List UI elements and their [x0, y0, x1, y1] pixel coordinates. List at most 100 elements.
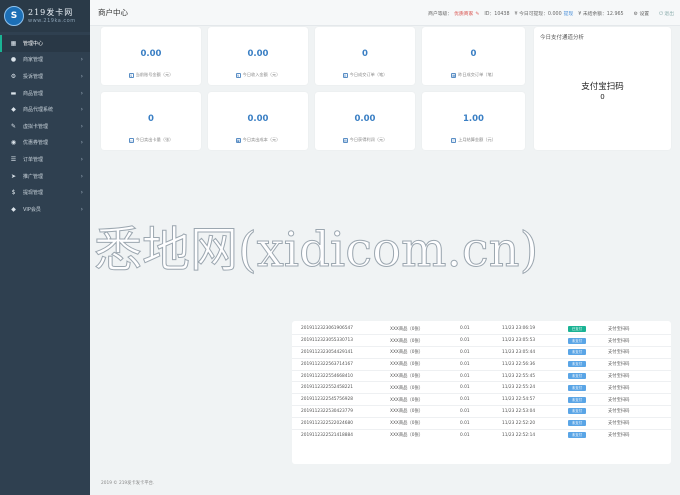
stat-value: 1.00: [463, 114, 484, 124]
stat-label: ¥ 今日收入金额（元）: [235, 72, 281, 78]
merchant-id: ID：10438: [484, 12, 510, 17]
stat-value: 0: [148, 114, 154, 124]
order-channel: 支付宝扫码: [608, 326, 630, 332]
stat-card: 0.00 ▤ 今日获得利润（元）: [315, 92, 415, 150]
chevron-right-icon: ›: [80, 122, 83, 130]
stat-label: ⊞ 今日成交订单（笔）: [342, 72, 388, 78]
order-channel: 支付宝扫码: [608, 346, 671, 359]
edit-icon[interactable]: ✎: [475, 12, 479, 17]
sidebar-item-label: 商家管理: [23, 57, 44, 64]
order-id: 2019112323054429141: [292, 346, 390, 359]
stat-value: 0.00: [140, 49, 162, 59]
withdrawable-today: ¥ 今日可提现：0.000 提现: [514, 12, 574, 17]
order-amount: 0.01: [460, 381, 502, 394]
card-icon: ▭: [128, 137, 134, 143]
sidebar-item[interactable]: ☰ 订单管理 ›: [0, 151, 90, 168]
sidebar-item[interactable]: ▬ 商品管理 ›: [0, 85, 90, 102]
table-row[interactable]: 2019112322521418884 XXX商品（0张） 0.01 11/23 22…: [292, 428, 671, 441]
table-row[interactable]: 2019112322554668410 XXX商品（0张） 0.01 11/23 22…: [292, 369, 671, 382]
sidebar-item-label: 管理中心: [23, 40, 44, 47]
sidebar-item[interactable]: ✎ 虚拟卡管理 ›: [0, 118, 90, 135]
send-icon: ➤: [10, 172, 17, 180]
list-icon: ☰: [10, 155, 17, 163]
order-time: 11/23 22:54:57: [502, 393, 568, 406]
coupon-icon: ◉: [10, 139, 17, 147]
order-amount: 0.01: [460, 428, 502, 441]
table-row[interactable]: 2019112323055330713 XXX商品（0张） 0.01 11/23 23…: [292, 334, 671, 347]
logo-mark-icon: S: [4, 6, 24, 26]
sidebar-item-label: 订单管理: [23, 156, 44, 163]
sidebar-item-label: 推广管理: [23, 173, 44, 180]
logo[interactable]: S 219发卡网 www.219ka.com: [0, 0, 90, 32]
status-badge: 未支付: [568, 361, 586, 368]
table-row[interactable]: 2019112322552458221 XXX商品（0张） 0.01 11/23 22…: [292, 381, 671, 394]
stat-card: 0 ▦ 昨日成交订单（笔）: [422, 27, 525, 85]
order-time: 11/23 22:52:14: [502, 428, 568, 441]
order-id: 2019112322521418884: [292, 428, 390, 441]
sidebar-item[interactable]: ◆ VIP会员 ›: [0, 201, 90, 218]
order-id: 2019112323061906547: [301, 326, 353, 332]
channel-name: 支付宝扫码: [581, 82, 624, 92]
sidebar-item[interactable]: ◆ 商品代理系统 ›: [0, 101, 90, 118]
cart-icon: ⊞: [342, 72, 348, 78]
order-amount: 0.01: [460, 326, 470, 332]
logout-button[interactable]: ⏻ 退出: [654, 10, 674, 17]
order-time: 11/23 23:05:53: [502, 334, 568, 347]
order-channel: 支付宝扫码: [608, 357, 671, 371]
sidebar-item[interactable]: ◉ 优惠券管理 ›: [0, 135, 90, 152]
logo-subtitle: www.219ka.com: [28, 17, 76, 24]
stat-card: 0.00 $ 当前账号金额（元）: [101, 27, 201, 85]
order-channel: 支付宝扫码: [608, 369, 671, 382]
gear-icon: ⚙: [633, 12, 638, 17]
settings-button[interactable]: ⚙ 设置: [629, 10, 649, 17]
order-goods: XXX商品（0张）: [390, 393, 460, 406]
table-row[interactable]: 2019112323061906547 XXX商品（0张） 0.01 11/23 23…: [292, 323, 671, 335]
table-row[interactable]: 2019112323054429141 XXX商品（0张） 0.01 11/23 23…: [292, 346, 671, 359]
order-goods: XXX商品（0张）: [390, 381, 460, 394]
sidebar-item[interactable]: $ 提现管理 ›: [0, 184, 90, 201]
table-row[interactable]: 2019112322545756928 XXX商品（0张） 0.01 11/23 22…: [292, 393, 671, 406]
analysis-title: 今日支付通道分析: [540, 35, 585, 41]
sidebar-item[interactable]: ▦ 管理中心: [0, 35, 90, 52]
sidebar-item[interactable]: ⚙ 投诉管理 ›: [0, 68, 90, 85]
order-id: 2019112322552458221: [292, 381, 390, 394]
order-goods: XXX商品（0张）: [390, 428, 460, 441]
calendar-icon: ▦: [451, 72, 457, 78]
footer: 2019 © 219发卡发卡平台.: [101, 481, 155, 486]
chart-icon: ▤: [342, 137, 348, 143]
chevron-right-icon: ›: [80, 189, 83, 197]
merchant-level-label: 商户等级： 优质商家 ✎: [428, 12, 480, 17]
order-amount: 0.01: [460, 416, 502, 430]
logo-text: 219发卡网 www.219ka.com: [28, 7, 76, 24]
box-icon: ▣: [235, 137, 241, 143]
order-status-cell: 已支付: [568, 323, 608, 335]
stat-card: 0.00 ¥ 今日收入金额（元）: [208, 27, 308, 85]
tag-icon: ◆: [11, 106, 16, 114]
order-status-cell: 未支付: [568, 393, 608, 406]
stat-card: 0 ▭ 今日卖出卡量（张）: [101, 92, 201, 150]
sidebar-item[interactable]: ● 商家管理 ›: [0, 52, 90, 69]
withdraw-link[interactable]: 提现: [564, 12, 574, 17]
table-row[interactable]: 2019112322530423779 XXX商品（0张） 0.01 11/23 22…: [292, 405, 671, 418]
sidebar-nav: ▦ 管理中心 ● 商家管理 › ⚙ 投诉管理 › ▬ 商品管理 › ◆ 商品代理系统 › ✎ 虚拟卡管理 › ◉ 优…: [0, 32, 90, 218]
sidebar-item[interactable]: ➤ 推广管理 ›: [0, 168, 90, 185]
table-row[interactable]: 2019112322563714167 XXX商品（0张） 0.01 11/23 22…: [292, 357, 671, 371]
order-time: 11/23 22:55:24: [502, 381, 568, 394]
table-row[interactable]: 2019112322522024680 XXX商品（0张） 0.01 11/23 22…: [292, 416, 671, 430]
order-status-cell: 未支付: [568, 405, 608, 418]
stat-card: 1.00 ◫ 上月结算金额（元）: [422, 92, 525, 150]
status-badge: 已支付: [568, 325, 586, 332]
logo-title: 219发卡网: [28, 7, 74, 17]
recent-orders: 2019112323061906547 XXX商品（0张） 0.01 11/23 23…: [292, 321, 671, 464]
chevron-right-icon: ›: [80, 139, 83, 147]
tag-icon: ◆: [11, 205, 16, 213]
order-status-cell: 未支付: [568, 346, 608, 359]
stat-card: 0.00 ▣ 今日卖出成本（元）: [208, 92, 308, 150]
page-title: 商户中心: [98, 8, 128, 17]
stat-label: ▤ 今日获得利润（元）: [342, 137, 388, 143]
order-amount: 0.01: [460, 405, 502, 418]
order-channel: 支付宝扫码: [608, 428, 671, 441]
order-status-cell: 未支付: [568, 428, 608, 441]
logout-icon: ⏻: [659, 12, 663, 17]
order-id: 2019112322545756928: [292, 393, 390, 406]
